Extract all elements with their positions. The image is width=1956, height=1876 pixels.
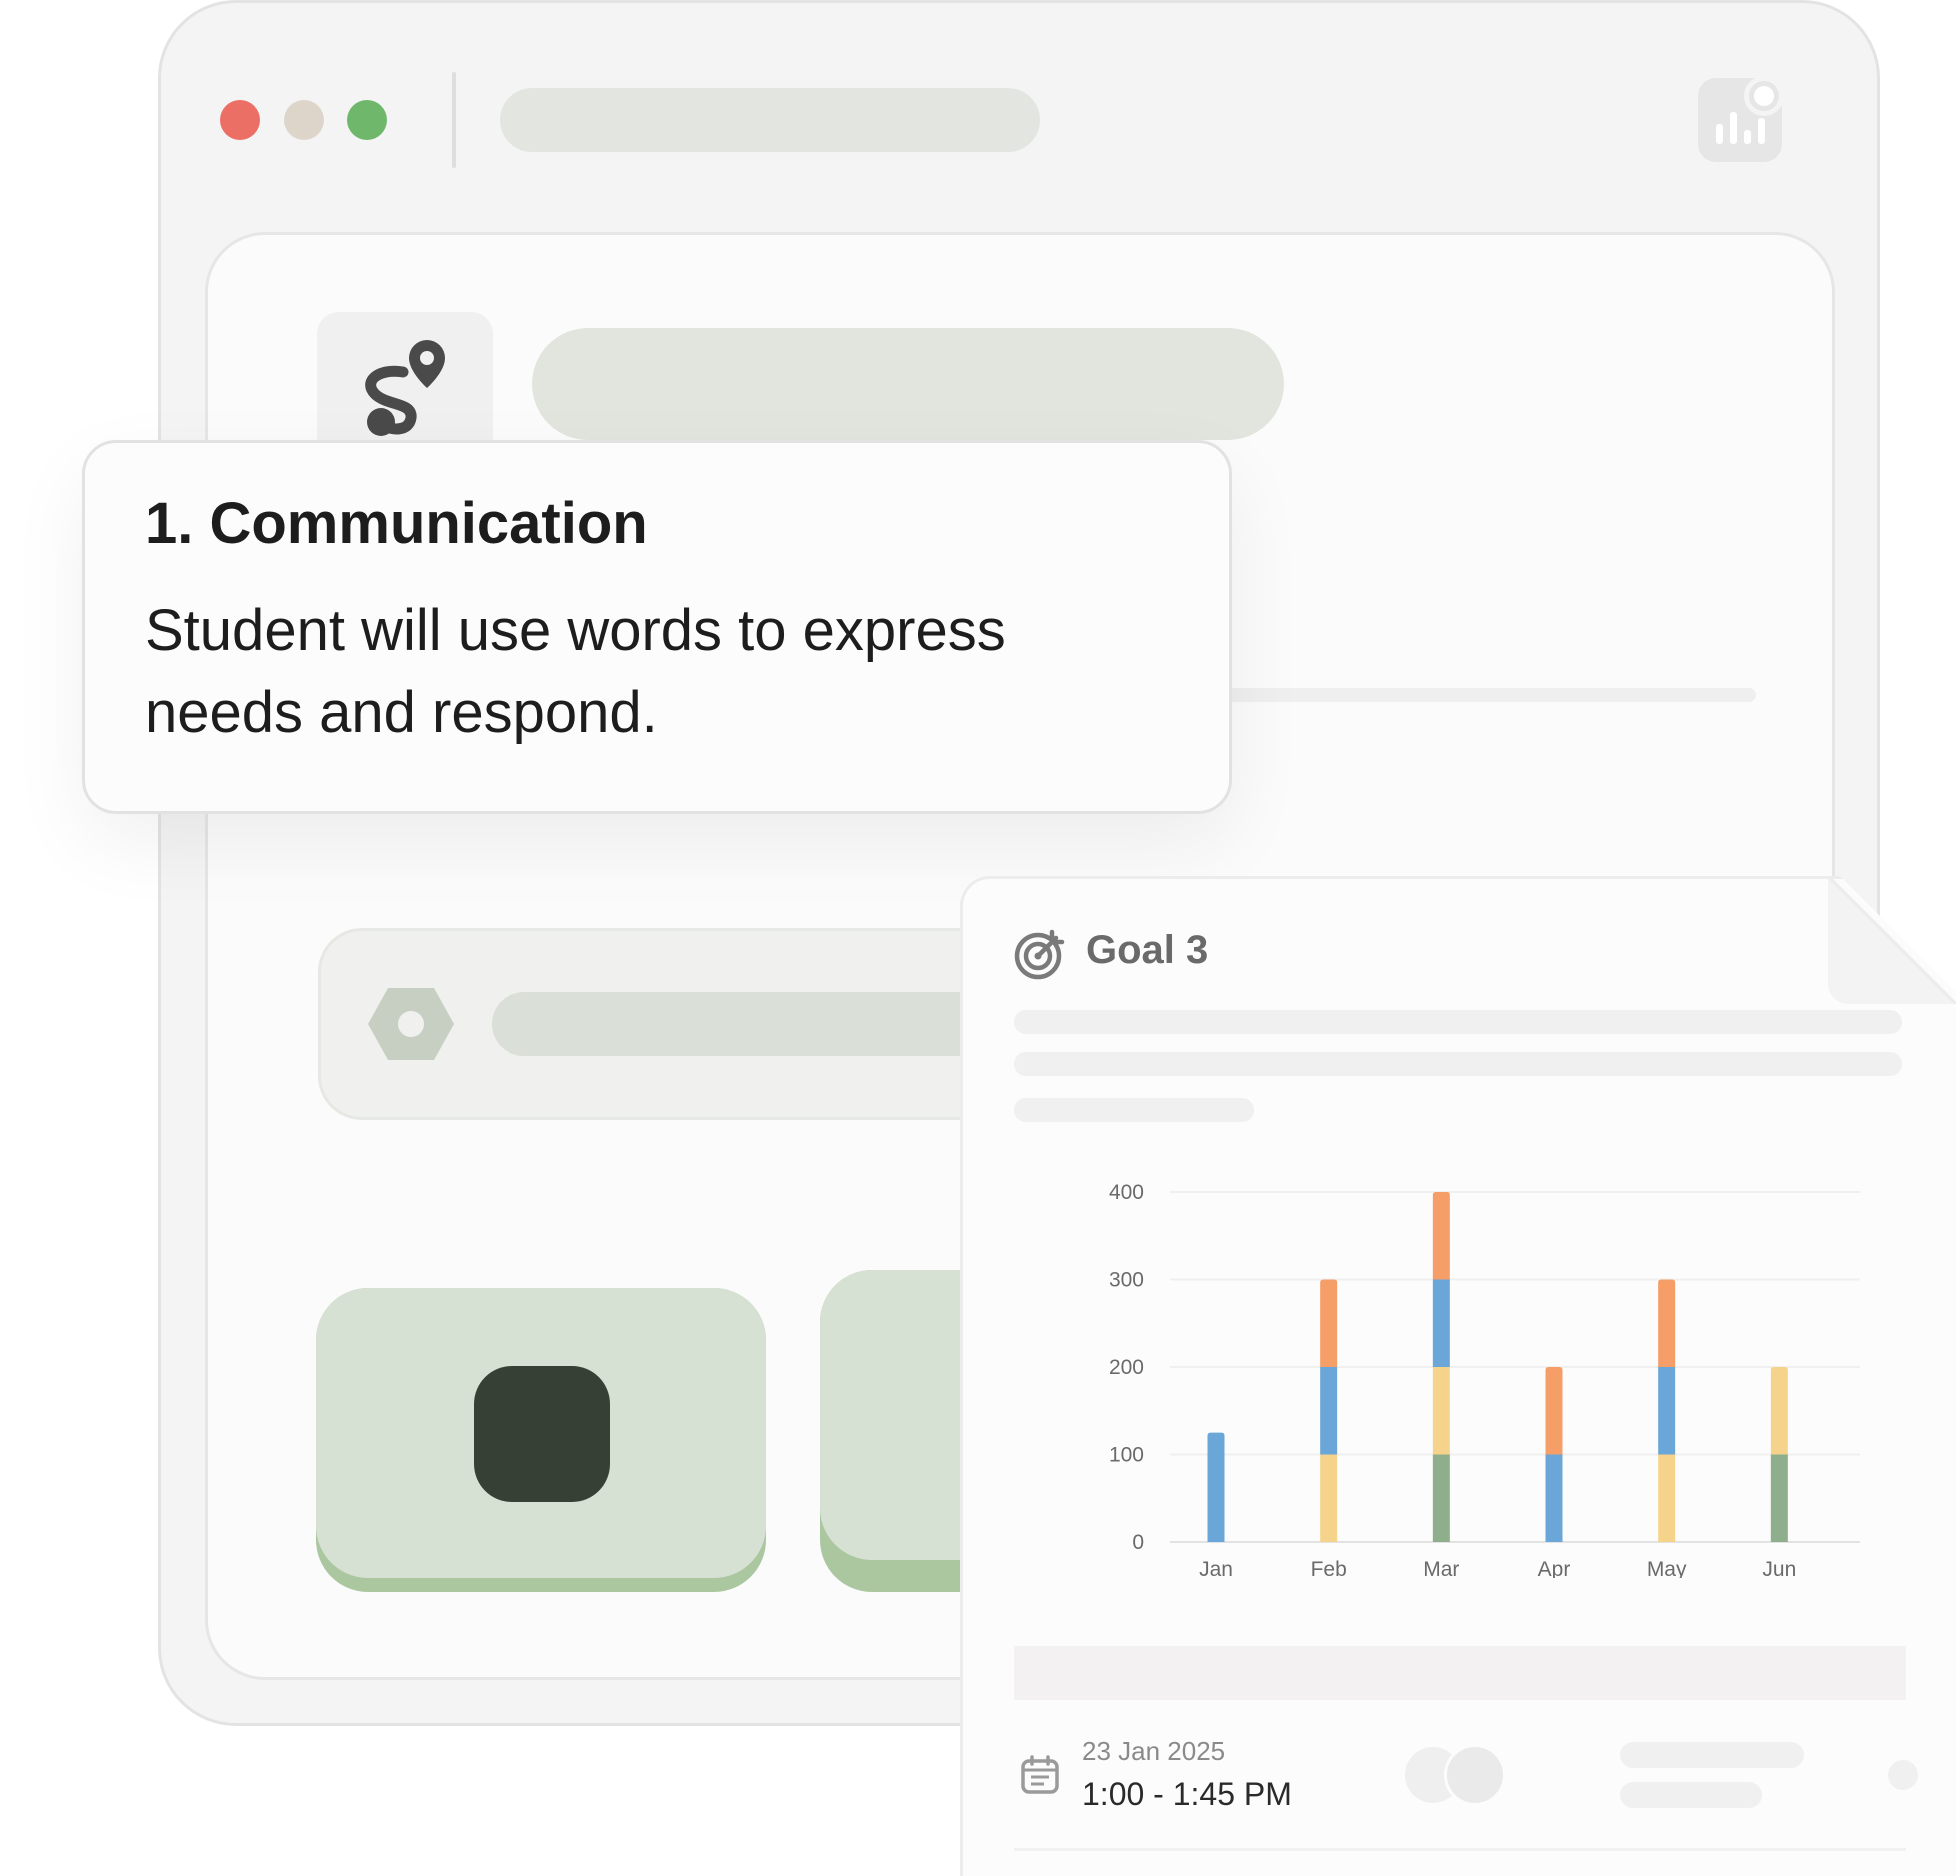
session-time: 1:00 - 1:45 PM [1082, 1776, 1292, 1812]
bar-segment-may [1658, 1454, 1676, 1542]
report-divider-band [1014, 1646, 1906, 1700]
goal-title: 1. Communication [145, 491, 648, 556]
stats-icon-bar [1758, 118, 1765, 144]
bar-segment-jun [1770, 1454, 1788, 1542]
report-divider [1014, 1848, 1906, 1851]
bar-segment-apr [1545, 1454, 1563, 1542]
bar-segment-mar [1432, 1454, 1450, 1542]
bar-segment-mar [1432, 1279, 1450, 1367]
toolbar-divider [452, 72, 456, 168]
progress-bar-chart: 0 100 200 300 400 Jan Feb Mar Apr May Jun [1109, 1181, 1860, 1578]
x-tick-label: Jun [1762, 1558, 1796, 1578]
header-placeholder [532, 328, 1284, 440]
minimize-dot[interactable] [284, 100, 324, 140]
text-placeholder [1014, 1098, 1254, 1122]
bar-segment-jan [1207, 1432, 1225, 1542]
y-tick-label: 200 [1109, 1356, 1144, 1379]
x-tick-label: Jan [1199, 1558, 1233, 1578]
text-placeholder [1014, 1052, 1902, 1076]
bar-segment-mar [1432, 1367, 1450, 1455]
text-placeholder [1014, 1010, 1902, 1034]
bar-segment-may [1658, 1367, 1676, 1455]
session-date: 23 Jan 2025 [1082, 1736, 1226, 1766]
stats-icon-bar [1716, 124, 1723, 144]
meta-dot [1888, 1760, 1918, 1790]
stats-icon-bar [1744, 130, 1751, 144]
stats-icon-bar [1730, 112, 1737, 144]
close-dot[interactable] [220, 100, 260, 140]
address-bar[interactable] [500, 88, 1040, 152]
x-tick-label: Mar [1423, 1558, 1459, 1578]
stop-icon [474, 1366, 610, 1502]
x-tick-label: Feb [1311, 1558, 1347, 1578]
calendar-icon [1021, 1755, 1059, 1794]
bar-segment-feb [1320, 1367, 1338, 1455]
meta-placeholder [1620, 1782, 1762, 1808]
bar-segment-apr [1545, 1367, 1563, 1455]
bar-segment-may [1658, 1279, 1676, 1367]
target-icon [1014, 929, 1065, 980]
y-tick-label: 0 [1132, 1531, 1144, 1554]
progress-track [1200, 688, 1756, 702]
zoom-dot[interactable] [347, 100, 387, 140]
x-tick-label: Apr [1538, 1558, 1571, 1578]
bar-segment-feb [1320, 1454, 1338, 1542]
y-tick-label: 100 [1109, 1444, 1144, 1467]
avatar [1444, 1744, 1506, 1806]
bar-segment-feb [1320, 1279, 1338, 1367]
goal-description: Student will use words to express needs … [145, 598, 1006, 745]
x-tick-label: May [1647, 1558, 1687, 1578]
hexagon-nut-icon [368, 988, 454, 1060]
meta-placeholder [1620, 1742, 1804, 1768]
y-tick-label: 400 [1109, 1181, 1144, 1204]
stats-icon[interactable] [1698, 76, 1784, 162]
report-title: Goal 3 [1086, 928, 1209, 972]
bar-segment-jun [1770, 1367, 1788, 1455]
stats-icon-badge [1744, 76, 1784, 116]
y-tick-label: 300 [1109, 1269, 1144, 1292]
bar-segment-mar [1432, 1192, 1450, 1280]
page-fold-corner [1828, 876, 1956, 1004]
